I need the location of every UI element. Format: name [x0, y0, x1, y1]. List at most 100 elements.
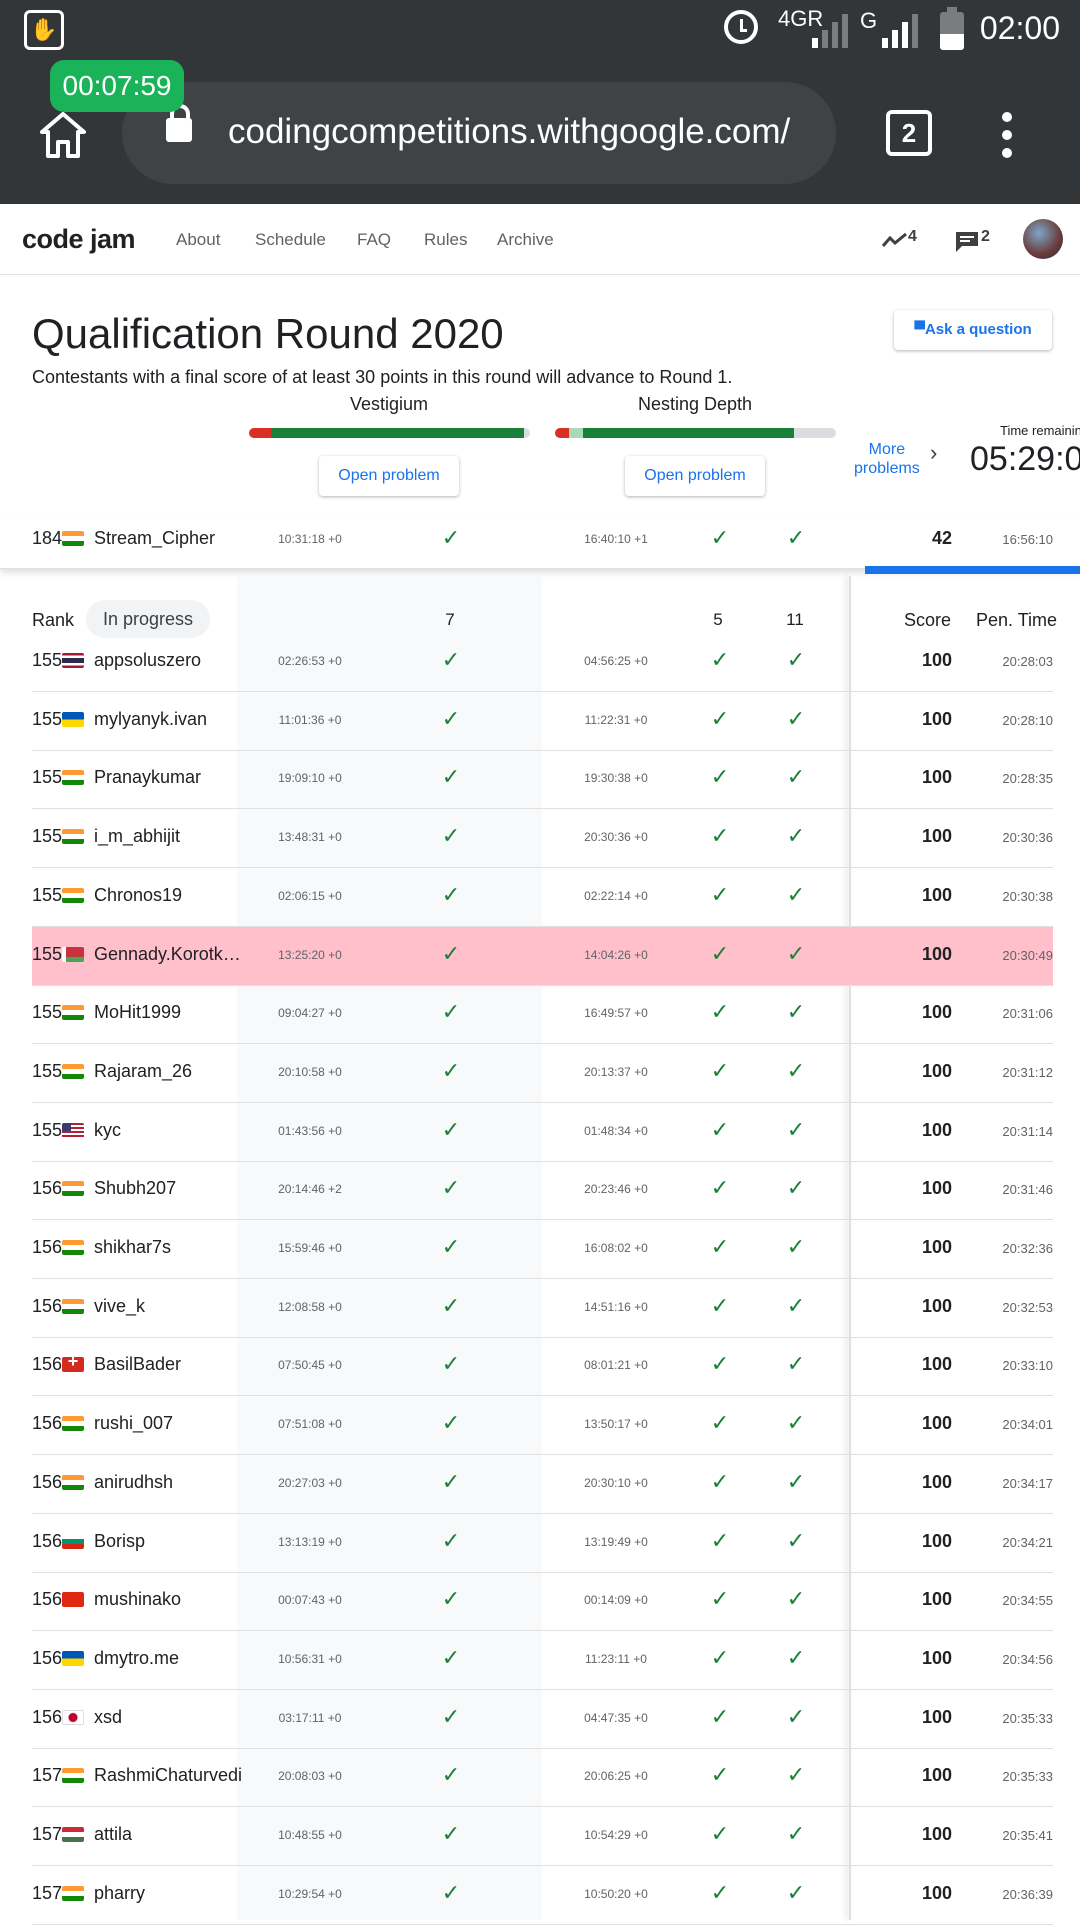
username-cell[interactable]: dmytro.me	[94, 1648, 244, 1669]
own-time-1: 10:31:18 +0	[278, 532, 342, 546]
table-row[interactable]: 1568 dmytro.me 10:56:31 +0 ✓ 11:23:11 +0 ✓ ✓ 10…	[32, 1631, 1053, 1690]
time-remaining-label: Time remainin	[1000, 423, 1080, 438]
more-menu-icon[interactable]	[1002, 112, 1012, 166]
chevron-right-icon[interactable]: ›	[930, 440, 937, 466]
flag-india-icon	[62, 770, 84, 786]
alarm-icon	[724, 10, 758, 44]
check-icon: ✓	[441, 940, 461, 966]
table-row[interactable]: 1555 Chronos19 02:06:15 +0 ✓ 02:22:14 +0 ✓ ✓ 10…	[32, 868, 1053, 927]
more-problems-line1: More	[868, 441, 906, 458]
table-row[interactable]: 1566 Borisp 13:13:19 +0 ✓ 13:19:49 +0 ✓ ✓ 100 20…	[32, 1514, 1053, 1573]
username-cell[interactable]: rushi_007	[94, 1413, 244, 1434]
vestigium-time-cell: 00:07:43 +0	[278, 1593, 342, 1608]
pen-time-cell: 20:34:17	[1002, 1475, 1053, 1491]
table-row[interactable]: 1556 Gennady.Korotkevich 13:25:20 +0 ✓ 14:04…	[32, 926, 1053, 986]
table-row[interactable]: 1560 Shubh207 20:14:46 +2 ✓ 20:23:46 +0 ✓ ✓ 100…	[32, 1161, 1053, 1221]
trending-icon[interactable]	[882, 232, 908, 248]
score-cell: 100	[921, 1882, 952, 1903]
table-row[interactable]: 1569 xsd 03:17:11 +0 ✓ 04:47:35 +0 ✓ ✓ 100 20:35…	[32, 1690, 1053, 1749]
own-ranking-row[interactable]: 184 Stream_Cipher 10:31:18 +0 ✓ 16:40:10…	[0, 514, 1080, 569]
nesting-time-cell: 13:19:49 +0	[584, 1534, 648, 1549]
username-cell[interactable]: appsoluszero	[94, 650, 244, 671]
pen-time-cell: 20:31:12	[1002, 1064, 1053, 1080]
rank-cell: 1568	[32, 1647, 62, 1668]
username-cell[interactable]: vive_k	[94, 1296, 244, 1317]
username-cell[interactable]: kyc	[94, 1120, 244, 1141]
username-cell[interactable]: Pranaykumar	[94, 767, 244, 788]
check-icon: ✓	[786, 647, 806, 672]
pen-time-header: Pen. Time	[976, 610, 1058, 630]
username-cell[interactable]: mylyanyk.ivan	[94, 709, 244, 730]
own-time-2: 16:40:10 +1	[584, 532, 648, 546]
username-cell[interactable]: Borisp	[94, 1531, 244, 1552]
rank-cell: 1565	[32, 1471, 62, 1492]
check-icon: ✓	[786, 525, 806, 550]
score-cell: 100	[921, 1530, 952, 1551]
brand-logo[interactable]: code jam	[22, 224, 136, 255]
username-cell[interactable]: BasilBader	[94, 1354, 244, 1375]
score-cell: 100	[921, 884, 952, 905]
address-bar[interactable]: codingcompetitions.withgoogle.com/	[122, 82, 836, 184]
table-row[interactable]: 1571 attila 10:48:55 +0 ✓ 10:54:29 +0 ✓ ✓ 100 20…	[32, 1807, 1053, 1866]
table-row[interactable]: 1563 BasilBader 07:50:45 +0 ✓ 08:01:21 +0 ✓ ✓ 1…	[32, 1337, 1053, 1397]
nav-about[interactable]: About	[176, 230, 220, 250]
table-row[interactable]: 1564 rushi_007 07:51:08 +0 ✓ 13:50:17 +0 ✓ ✓ 10…	[32, 1396, 1053, 1456]
vestigium-time-cell: 12:08:58 +0	[278, 1299, 342, 1314]
nav-archive[interactable]: Archive	[497, 230, 554, 250]
username-cell[interactable]: Gennady.Korotkevich	[94, 944, 244, 965]
status-bar: ✋ 4GR G 02:00	[0, 0, 1080, 60]
table-row[interactable]: 1562 vive_k 12:08:58 +0 ✓ 14:51:16 +0 ✓ ✓ 100 20…	[32, 1279, 1053, 1338]
own-rank: 184	[32, 528, 62, 548]
check-icon: ✓	[786, 764, 806, 790]
username-cell[interactable]: Rajaram_26	[94, 1061, 244, 1082]
rank-cell: 1560	[32, 1178, 62, 1199]
table-row[interactable]: 1567 mushinako 00:07:43 +0 ✓ 00:14:09 +0 ✓ ✓ 10…	[32, 1572, 1053, 1632]
username-cell[interactable]: anirudhsh	[94, 1472, 244, 1493]
more-problems-link[interactable]: More problems	[854, 440, 920, 478]
check-icon: ✓	[710, 1234, 730, 1259]
username-cell[interactable]: mushinako	[94, 1589, 244, 1610]
username-cell[interactable]: pharry	[94, 1883, 244, 1904]
open-problem-nesting-depth-button[interactable]: Open problem	[625, 456, 765, 496]
own-row-indicator	[865, 566, 1080, 574]
username-cell[interactable]: attila	[94, 1824, 244, 1845]
score-cell: 100	[921, 1002, 952, 1023]
table-row[interactable]: 1570 RashmiChaturvedi 20:08:03 +0 ✓ 20:06:25…	[32, 1748, 1053, 1808]
open-problem-vestigium-button[interactable]: Open problem	[319, 456, 459, 496]
nav-schedule[interactable]: Schedule	[255, 230, 326, 250]
table-row[interactable]: 1554 i_m_abhijit 13:48:31 +0 ✓ 20:30:36 +0 ✓ ✓…	[32, 809, 1053, 869]
nav-faq[interactable]: FAQ	[357, 230, 391, 250]
rank-cell: 1551	[32, 650, 62, 670]
check-icon: ✓	[710, 940, 730, 966]
username-cell[interactable]: i_m_abhijit	[94, 826, 244, 847]
table-row[interactable]: 1558 Rajaram_26 20:10:58 +0 ✓ 20:13:37 +0 ✓ ✓ 1…	[32, 1044, 1053, 1103]
table-row[interactable]: 1553 Pranaykumar 19:09:10 +0 ✓ 19:30:38 +0 ✓ ✓…	[32, 750, 1053, 810]
tab-switcher-button[interactable]: 2	[886, 110, 932, 156]
avatar[interactable]	[1023, 219, 1063, 259]
table-row[interactable]: 1552 mylyanyk.ivan 11:01:36 +0 ✓ 11:22:31 +0…	[32, 692, 1053, 751]
username-cell[interactable]: RashmiChaturvedi	[94, 1765, 244, 1786]
table-row[interactable]: 1572 pharry 10:29:54 +0 ✓ 10:50:20 +0 ✓ ✓ 100 20…	[32, 1866, 1053, 1925]
username-cell[interactable]: xsd	[94, 1707, 244, 1728]
table-row[interactable]: 1559 kyc 01:43:56 +0 ✓ 01:48:34 +0 ✓ ✓ 100 20:31…	[32, 1103, 1053, 1162]
table-row[interactable]: 1551 appsoluszero 02:26:53 +0 ✓ 04:56:25 +0 ✓…	[32, 633, 1053, 692]
username-cell[interactable]: shikhar7s	[94, 1237, 244, 1258]
username-cell[interactable]: MoHit1999	[94, 1002, 244, 1023]
nav-rules[interactable]: Rules	[424, 230, 467, 250]
check-icon: ✓	[710, 764, 730, 790]
ask-label: Ask a question	[924, 321, 1032, 338]
chat-icon[interactable]	[954, 230, 980, 254]
nesting-time-cell: 01:48:34 +0	[584, 1123, 648, 1138]
home-icon[interactable]	[38, 110, 88, 160]
score-cell: 100	[921, 650, 952, 670]
vestigium-time-cell: 02:26:53 +0	[278, 654, 342, 668]
table-row[interactable]: 1557 MoHit1999 09:04:27 +0 ✓ 16:49:57 +0 ✓ ✓ 10…	[32, 985, 1053, 1045]
ask-question-button[interactable]: ▀Ask a question	[894, 310, 1052, 350]
trend-count: 4	[908, 228, 917, 245]
nesting-time-cell: 16:08:02 +0	[584, 1241, 648, 1255]
username-cell[interactable]: Chronos19	[94, 885, 244, 906]
table-row[interactable]: 1565 anirudhsh 20:27:03 +0 ✓ 20:30:10 +0 ✓ ✓ 10…	[32, 1455, 1053, 1514]
username-cell[interactable]: Shubh207	[94, 1178, 244, 1199]
table-row[interactable]: 1561 shikhar7s 15:59:46 +0 ✓ 16:08:02 +0 ✓ ✓ 10…	[32, 1220, 1053, 1279]
check-icon: ✓	[710, 1468, 730, 1494]
